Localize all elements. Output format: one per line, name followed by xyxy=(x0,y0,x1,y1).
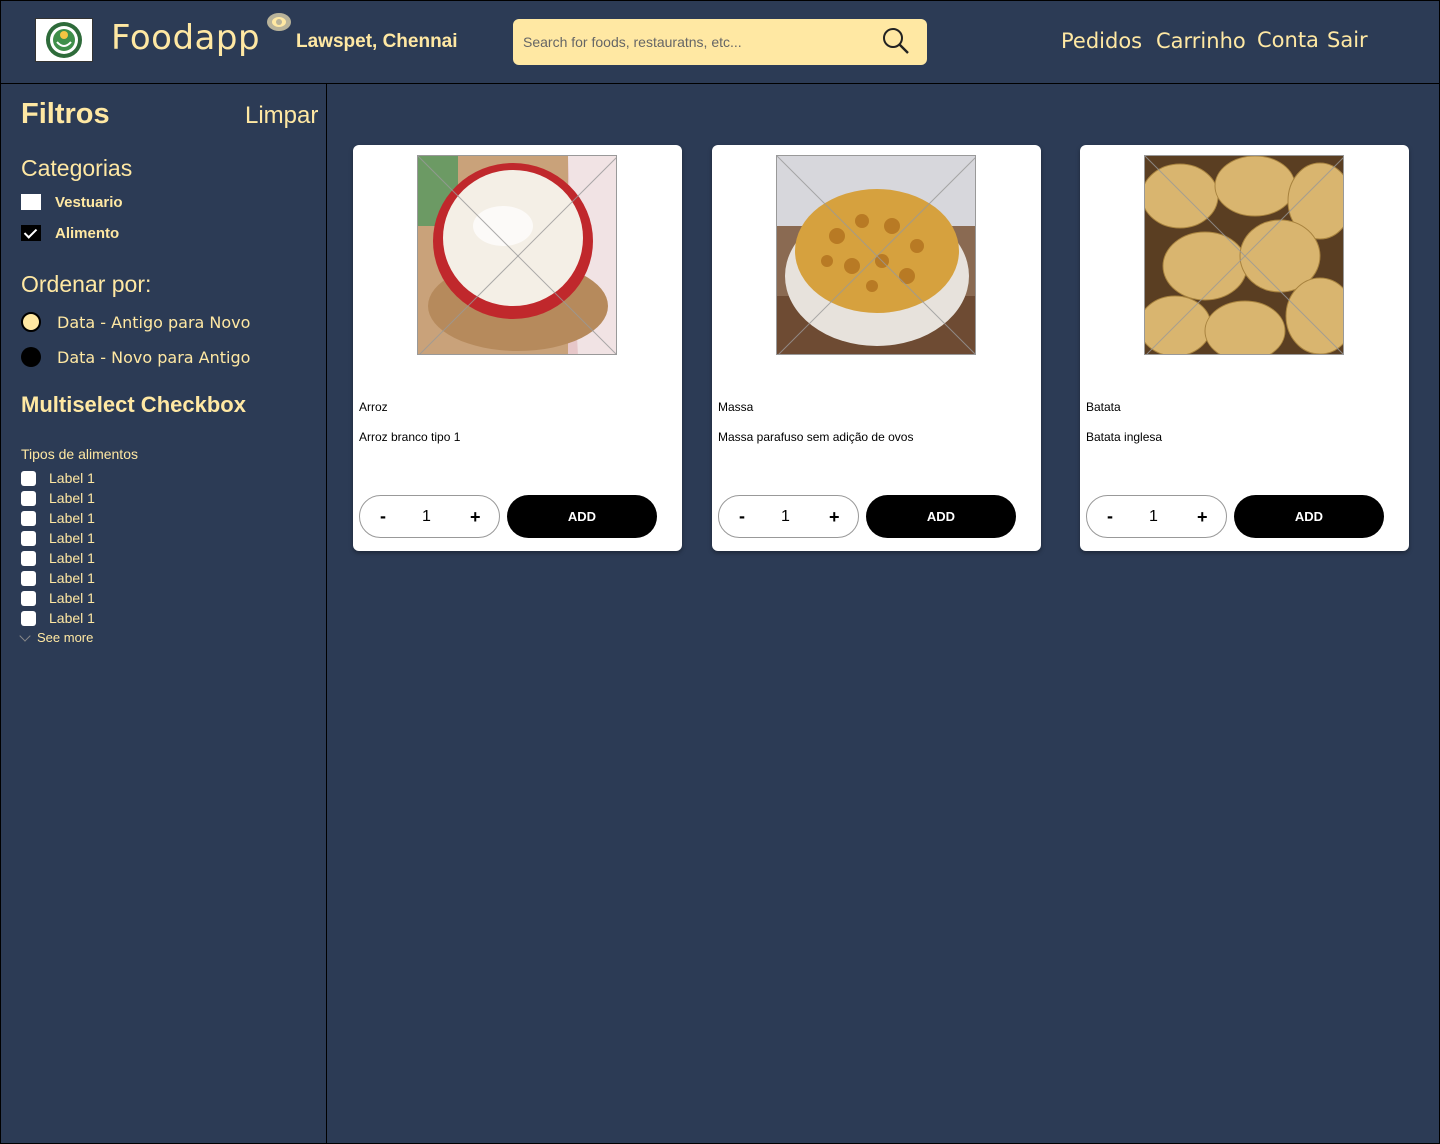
checkbox[interactable] xyxy=(21,610,36,626)
header: Foodapp Lawspet, Chennai Pedidos Carrinh… xyxy=(0,0,1440,84)
checkbox[interactable] xyxy=(21,530,36,546)
category-alimento[interactable]: Alimento xyxy=(21,223,119,243)
quantity-stepper: - 1 + xyxy=(359,495,500,538)
category-vestuario[interactable]: Vestuario xyxy=(21,192,123,212)
increment-button[interactable]: + xyxy=(829,507,840,528)
multiselect-subtitle: Tipos de alimentos xyxy=(21,446,138,462)
product-card[interactable]: Batata Batata inglesa - 1 + ADD xyxy=(1080,145,1409,551)
nav-pedidos[interactable]: Pedidos xyxy=(1061,29,1142,53)
product-card[interactable]: Arroz Arroz branco tipo 1 - 1 + ADD xyxy=(353,145,682,551)
checkbox[interactable] xyxy=(21,590,36,606)
increment-button[interactable]: + xyxy=(1197,507,1208,528)
multiselect-title: Multiselect Checkbox xyxy=(21,392,246,417)
multiselect-label: Label 1 xyxy=(49,510,95,526)
category-label: Vestuario xyxy=(55,193,123,211)
add-to-cart-button[interactable]: ADD xyxy=(866,495,1016,538)
quantity-stepper: - 1 + xyxy=(1086,495,1227,538)
multiselect-item[interactable]: Label 1 xyxy=(21,569,95,587)
multiselect-label: Label 1 xyxy=(49,610,95,626)
product-image-rice xyxy=(417,155,617,355)
checkbox-checked[interactable] xyxy=(21,225,41,241)
multiselect-item[interactable]: Label 1 xyxy=(21,589,95,607)
decrement-button[interactable]: - xyxy=(380,506,386,527)
search-input[interactable] xyxy=(523,27,873,57)
product-description: Arroz branco tipo 1 xyxy=(359,430,461,444)
category-label: Alimento xyxy=(55,224,120,242)
location-label[interactable]: Lawspet, Chennai xyxy=(296,31,458,53)
product-name: Massa xyxy=(718,400,754,414)
radio-selected[interactable] xyxy=(21,312,41,332)
product-description: Batata inglesa xyxy=(1086,430,1163,444)
multiselect-item[interactable]: Label 1 xyxy=(21,549,95,567)
clear-filters-button[interactable]: Limpar xyxy=(245,102,318,130)
increment-button[interactable]: + xyxy=(470,507,481,528)
chevron-down-icon xyxy=(19,629,31,642)
see-more-label: See more xyxy=(37,630,94,645)
sort-title: Ordenar por: xyxy=(21,271,152,297)
multiselect-label: Label 1 xyxy=(49,490,95,506)
checkbox[interactable] xyxy=(21,570,36,586)
multiselect-item[interactable]: Label 1 xyxy=(21,509,95,527)
nav-conta[interactable]: Conta xyxy=(1257,28,1319,52)
decrement-button[interactable]: - xyxy=(1107,506,1113,527)
product-description: Massa parafuso sem adição de ovos xyxy=(718,430,914,444)
multiselect-item[interactable]: Label 1 xyxy=(21,489,95,507)
categories-title: Categorias xyxy=(21,155,133,181)
nav-sair[interactable]: Sair xyxy=(1327,28,1368,52)
quantity-value: 1 xyxy=(1149,508,1158,525)
checkbox[interactable] xyxy=(21,194,41,210)
product-image-potatoes xyxy=(1144,155,1344,355)
radio[interactable] xyxy=(21,347,41,367)
filters-title: Filtros xyxy=(21,98,110,130)
decrement-button[interactable]: - xyxy=(739,506,745,527)
add-to-cart-button[interactable]: ADD xyxy=(1234,495,1384,538)
location-icon xyxy=(267,13,291,31)
logo-icon xyxy=(46,22,82,58)
quantity-value: 1 xyxy=(422,508,431,525)
sort-option-label: Data - Antigo para Novo xyxy=(57,312,251,332)
checkbox[interactable] xyxy=(21,490,36,506)
product-image-pasta xyxy=(776,155,976,355)
quantity-value: 1 xyxy=(781,508,790,525)
product-card[interactable]: Massa Massa parafuso sem adição de ovos … xyxy=(712,145,1041,551)
brand-name: Foodapp xyxy=(111,18,261,58)
see-more-link[interactable]: See more xyxy=(19,629,94,645)
multiselect-item[interactable]: Label 1 xyxy=(21,529,95,547)
multiselect-label: Label 1 xyxy=(49,550,95,566)
sort-option-old-new[interactable]: Data - Antigo para Novo xyxy=(21,310,250,334)
search-bar xyxy=(513,19,927,65)
checkbox[interactable] xyxy=(21,470,36,486)
sort-option-label: Data - Novo para Antigo xyxy=(57,347,251,367)
quantity-stepper: - 1 + xyxy=(718,495,859,538)
multiselect-label: Label 1 xyxy=(49,570,95,586)
multiselect-item[interactable]: Label 1 xyxy=(21,469,95,487)
multiselect-label: Label 1 xyxy=(49,590,95,606)
checkbox[interactable] xyxy=(21,550,36,566)
multiselect-label: Label 1 xyxy=(49,530,95,546)
search-icon[interactable] xyxy=(881,27,911,57)
multiselect-label: Label 1 xyxy=(49,470,95,486)
product-name: Arroz xyxy=(359,400,388,414)
nav-carrinho[interactable]: Carrinho xyxy=(1156,29,1246,53)
logo[interactable] xyxy=(35,18,93,62)
sort-option-new-old[interactable]: Data - Novo para Antigo xyxy=(21,345,250,369)
checkbox[interactable] xyxy=(21,510,36,526)
multiselect-item[interactable]: Label 1 xyxy=(21,609,95,627)
add-to-cart-button[interactable]: ADD xyxy=(507,495,657,538)
filters-sidebar: Filtros Limpar Categorias Vestuario Alim… xyxy=(0,84,327,1144)
product-name: Batata xyxy=(1086,400,1121,414)
